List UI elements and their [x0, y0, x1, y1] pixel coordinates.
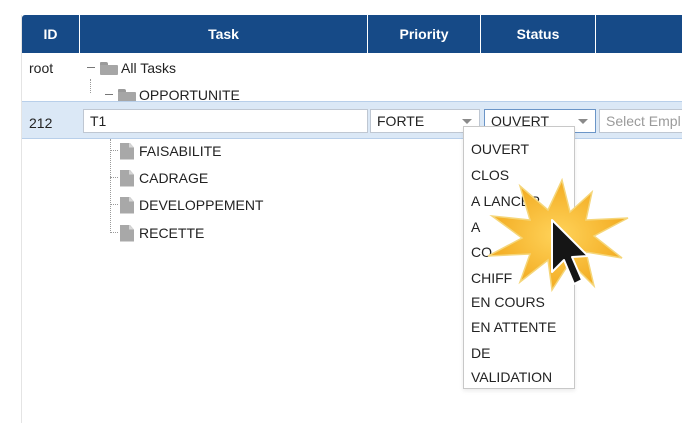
dropdown-option-chiffrage[interactable]: CHIFF [471, 270, 512, 286]
tree-node-label: All Tasks [121, 60, 176, 76]
row-id: 212 [29, 115, 53, 131]
column-header-task[interactable]: Task [80, 15, 368, 53]
status-dropdown-list: OUVERT CLOS A LANCER A CO CHIFF EN COURS… [463, 126, 575, 389]
dropdown-option-ouvert[interactable]: OUVERT [471, 141, 529, 157]
column-header-employee[interactable] [596, 15, 682, 53]
tree-connector [110, 232, 118, 233]
tree-connector [90, 79, 91, 93]
column-header-id[interactable]: ID [22, 15, 80, 53]
folder-icon [118, 88, 136, 102]
column-header-priority[interactable]: Priority [368, 15, 481, 53]
task-grid: ID Task Priority Status root All Tasks O… [21, 15, 682, 423]
tree-connector [110, 139, 111, 233]
dropdown-option-en-attente[interactable]: EN ATTENTE [471, 319, 556, 335]
folder-icon [100, 61, 118, 75]
dropdown-option-en-attente-de-validation[interactable]: DE [471, 345, 490, 361]
tree-connector [110, 177, 118, 178]
column-header-status[interactable]: Status [481, 15, 596, 53]
dropdown-option-clos[interactable]: CLOS [471, 167, 509, 183]
row-id: root [29, 60, 54, 76]
dropdown-option-a-lancer[interactable]: A LANCER [471, 193, 540, 209]
tree-node-cadrage[interactable]: CADRAGE [120, 168, 208, 188]
employee-select[interactable]: Select Empl [599, 109, 682, 133]
document-icon [120, 169, 134, 187]
priority-value: FORTE [377, 113, 425, 129]
tree-connector [110, 204, 118, 205]
dropdown-option-en-cours[interactable]: EN COURS [471, 294, 545, 310]
tree-node-recette[interactable]: RECETTE [120, 223, 204, 243]
table-row-root[interactable]: root All Tasks [22, 58, 682, 78]
grid-header: ID Task Priority Status [22, 15, 682, 53]
chevron-down-icon[interactable] [462, 119, 472, 124]
tree-node-label: RECETTE [139, 225, 205, 241]
table-row-editing[interactable]: 212 T1 FORTE OUVERT Select Empl [22, 101, 682, 139]
dropdown-option-obscured-co[interactable]: CO [471, 244, 492, 260]
document-icon [120, 224, 134, 242]
document-icon [120, 196, 134, 214]
dropdown-option-validation-line[interactable]: VALIDATION [471, 369, 552, 385]
tree-node-all-tasks[interactable]: All Tasks [86, 58, 176, 78]
tree-node-label: DEVELOPPEMENT [139, 197, 264, 213]
tree-node-developpement[interactable]: DEVELOPPEMENT [120, 195, 263, 215]
tree-node-faisabilite[interactable]: FAISABILITE [120, 141, 221, 161]
document-icon [120, 142, 134, 160]
minus-box-icon[interactable] [104, 90, 114, 100]
tree-node-label: CADRAGE [139, 170, 209, 186]
dropdown-option-obscured-a[interactable]: A [471, 219, 480, 235]
task-name-input[interactable]: T1 [83, 109, 368, 133]
tree-node-label: FAISABILITE [139, 143, 222, 159]
chevron-down-icon[interactable] [578, 119, 588, 124]
minus-box-icon[interactable] [86, 63, 96, 73]
tree-connector [110, 150, 118, 151]
